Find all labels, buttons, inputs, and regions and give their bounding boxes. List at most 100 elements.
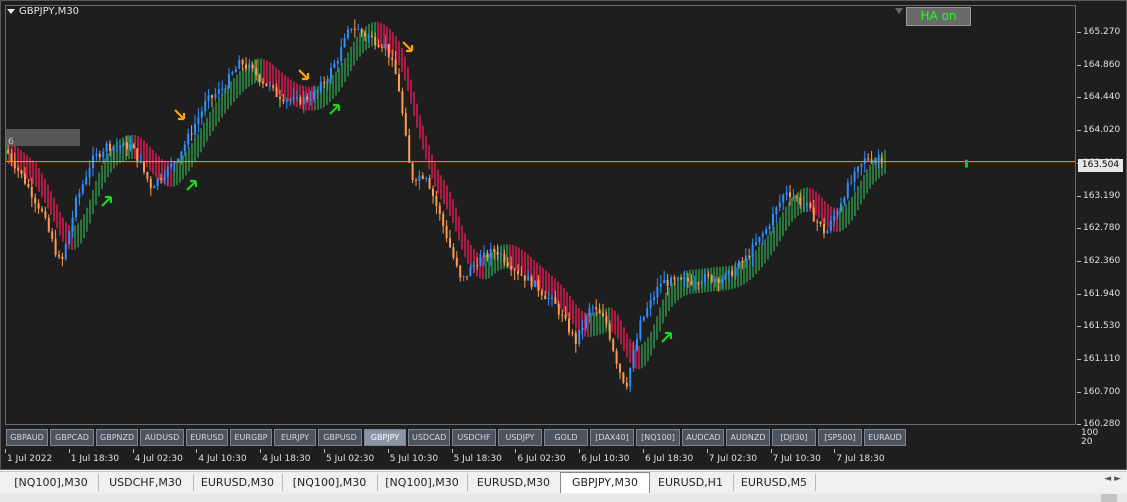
candle-body — [571, 332, 574, 334]
candle-body — [367, 35, 370, 37]
horizontal-scrollbar[interactable] — [0, 494, 1127, 502]
candle-body — [343, 37, 346, 48]
candle-body — [670, 277, 672, 286]
symbol-button-gbpjpy[interactable]: GBPJPY — [364, 429, 406, 446]
time-tick-mark — [260, 449, 262, 453]
chart-tab[interactable]: [NQ100],M30 — [4, 474, 99, 491]
candle-body — [143, 162, 145, 173]
tab-scroll-arrows[interactable]: ◄ ► — [1104, 474, 1121, 484]
candle-body — [530, 276, 533, 288]
candle-body — [826, 231, 829, 234]
candle-body — [503, 254, 506, 263]
candle-body — [105, 143, 108, 152]
candle-body — [513, 269, 516, 272]
chart-tab[interactable]: EURUSD,M30 — [467, 474, 561, 491]
candle-body — [268, 85, 271, 87]
candle-body — [568, 318, 570, 333]
left-overlay-label: 6 — [8, 137, 14, 147]
candle-body — [758, 236, 761, 243]
symbol-button-dax40[interactable]: [DAX40] — [590, 429, 634, 446]
symbol-button-eurjpy[interactable]: EURJPY — [274, 429, 316, 446]
candle-body — [17, 168, 20, 171]
price-scale[interactable]: 165.270164.860164.440164.020163.610163.1… — [1077, 5, 1127, 429]
candle-body — [744, 255, 747, 262]
candle-body — [727, 270, 730, 275]
price-tick-label: 161.110 — [1083, 354, 1121, 364]
chart-tab[interactable]: EURUSD,H1 — [648, 474, 734, 491]
candle-body — [510, 265, 513, 270]
candle-body — [37, 203, 40, 209]
candle-body — [156, 178, 159, 187]
candle-body — [534, 280, 536, 288]
candle-body — [231, 72, 234, 75]
symbol-button-audusd[interactable]: AUDUSD — [140, 429, 184, 446]
symbol-button-eurusd[interactable]: EURUSD — [186, 429, 228, 446]
candle-body — [183, 144, 186, 152]
candle-body — [812, 207, 815, 222]
candle-body — [299, 97, 302, 105]
time-tick-mark — [68, 449, 70, 453]
candle-body — [632, 350, 635, 368]
symbol-button-usdchf[interactable]: USDCHF — [452, 429, 496, 446]
candle-body — [625, 382, 628, 387]
candle-body — [47, 217, 50, 232]
chart-tab[interactable]: EURUSD,M30 — [193, 474, 283, 491]
price-tick-label: 162.780 — [1083, 223, 1121, 234]
candle-body — [540, 291, 543, 296]
candle-body — [85, 177, 88, 185]
chart-tab[interactable]: USDCHF,M30 — [98, 474, 194, 491]
buy-arrow-icon — [329, 103, 341, 115]
candle-body — [384, 44, 387, 48]
candle-body — [506, 262, 509, 266]
candle-body — [782, 194, 785, 203]
symbol-button-gbpnzd[interactable]: GBPNZD — [96, 429, 138, 446]
symbol-button-usdjpy[interactable]: USDJPY — [498, 429, 542, 446]
symbol-button-nq100[interactable]: [NQ100] — [636, 429, 680, 446]
symbol-button-euraud[interactable]: EURAUD — [864, 429, 906, 446]
candle-body — [489, 249, 492, 258]
volume-scale-min: 20 — [1081, 437, 1093, 447]
candle-body — [789, 192, 791, 198]
candle-body — [598, 309, 601, 314]
candle-body — [248, 64, 251, 69]
candle-body — [527, 276, 530, 281]
chart-tab[interactable]: GBPJPY,M30 — [560, 472, 650, 493]
chart-tab[interactable]: [NQ100],M30 — [377, 474, 468, 491]
symbol-button-dji30[interactable]: [DJI30] — [772, 429, 816, 446]
candle-body — [853, 171, 856, 182]
candle-body — [146, 172, 149, 179]
candle-body — [500, 254, 502, 256]
candle-body — [241, 60, 244, 65]
price-tick-mark — [1077, 97, 1081, 99]
candle-body — [194, 124, 196, 135]
symbol-button-sp500[interactable]: [SP500] — [818, 429, 862, 446]
symbol-button-usdcad[interactable]: USDCAD — [408, 429, 450, 446]
candle-body — [238, 60, 241, 70]
candle-body — [761, 233, 764, 237]
time-tick-label: 6 Jul 10:30 — [581, 454, 630, 464]
ha-toggle-button[interactable]: HA on — [906, 7, 971, 26]
chart-window[interactable]: GBPJPY,M30 6 HA on 165.270 164.860 164.440… — [0, 0, 1127, 470]
scrollbar-thumb[interactable] — [1101, 494, 1117, 502]
symbol-button-gbpusd[interactable]: GBPUSD — [318, 429, 362, 446]
symbol-button-audcad[interactable]: AUDCAD — [682, 429, 724, 446]
candle-body — [98, 153, 101, 158]
symbol-button-row: GBPAUD GBPCAD GBPNZD AUDUSD EURUSD EURGBP EURJ… — [6, 429, 906, 446]
buy-arrow-icon — [186, 179, 198, 191]
symbol-button-gbpaud[interactable]: GBPAUD — [6, 429, 48, 446]
symbol-button-gbpcad[interactable]: GBPCAD — [50, 429, 94, 446]
symbol-button-gold[interactable]: GOLD — [544, 429, 588, 446]
candle-body — [636, 339, 638, 351]
candle-body — [255, 68, 258, 75]
candle-body — [693, 283, 696, 285]
candle-body — [707, 274, 710, 276]
symbol-button-eurgbp[interactable]: EURGBP — [230, 429, 272, 446]
candle-body — [187, 133, 190, 145]
candle-body — [663, 280, 666, 284]
symbol-button-audnzd[interactable]: AUDNZD — [726, 429, 770, 446]
chart-tab[interactable]: EURUSD,M5 — [733, 474, 816, 491]
candle-body — [71, 217, 74, 232]
price-plot[interactable] — [5, 5, 1076, 425]
time-tick-label: 7 Jul 02:30 — [708, 454, 758, 464]
chart-tab[interactable]: [NQ100],M30 — [282, 474, 378, 491]
